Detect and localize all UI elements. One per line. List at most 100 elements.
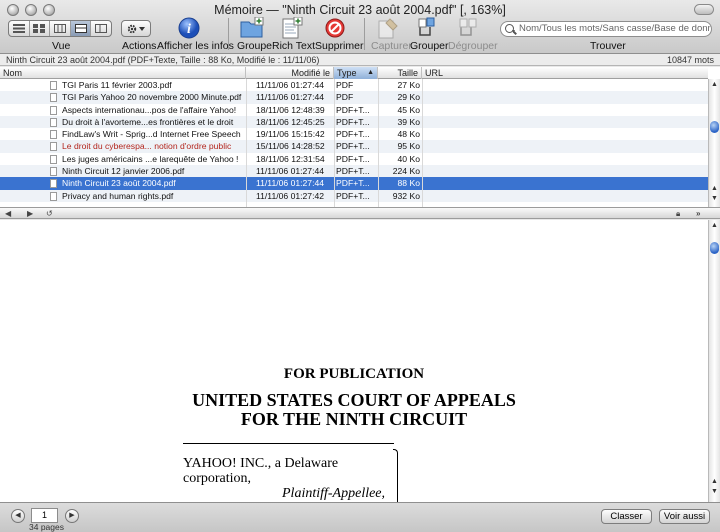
table-row[interactable]: Privacy and human rights.pdf 11/11/06 01:… [0,189,708,202]
scroll-down-icon[interactable]: ▼ [711,488,718,495]
actions-button[interactable] [121,20,151,37]
pdf-document-icon [50,154,57,164]
scroll-up-icon[interactable]: ▲ [711,222,718,229]
reload-icon[interactable]: ↺ [46,208,53,219]
table-body: TGI Paris 11 février 2003.pdf 11/11/06 01… [0,79,708,202]
table-row[interactable]: TGI Paris Yahoo 20 novembre 2000 Minute.… [0,91,708,104]
chevron-down-icon [139,26,145,31]
column-header-size[interactable]: Taille [378,67,422,79]
row-name: Le droit du cyberespa... notion d'ordre … [62,141,232,152]
classify-button[interactable]: Classer [601,509,652,524]
table-row[interactable]: TGI Paris 11 février 2003.pdf 11/11/06 01… [0,79,708,91]
next-page-icon[interactable]: ▶ [65,509,79,523]
view-split-icon[interactable] [70,21,92,36]
new-group-icon[interactable] [240,17,264,39]
column-header-name[interactable]: Nom [0,67,246,79]
pdf-document-icon [50,130,57,140]
scroll-down-icon[interactable]: ▼ [711,195,718,202]
document-party-line: YAHOO! INC., a Delaware [183,456,339,471]
actions-label: Actions [122,40,157,52]
see-also-button[interactable]: Voir aussi [659,509,710,524]
scroll-up-icon[interactable]: ▲ [711,478,718,485]
column-header-modified[interactable]: Modifié le [246,67,334,79]
view-icons-icon[interactable] [30,21,51,36]
row-size: 48 Ko [397,129,420,140]
column-header-url[interactable]: URL [422,67,708,79]
row-modified: 19/11/06 15:15:42 [256,129,325,140]
toolbar-separator [228,18,229,50]
row-name: FindLaw's Writ - Sprig...d Internet Free… [62,129,241,140]
row-size: 45 Ko [397,104,420,115]
list-scrollbar[interactable]: ▲ ▲ ▼ [708,79,720,207]
row-size: 88 Ko [397,178,420,189]
document-heading-court: UNITED STATES COURT OF APPEALS [192,390,516,410]
row-name: Aspects internationau...pos de l'affaire… [62,104,237,115]
document-party-line: corporation, [183,471,252,486]
search-input[interactable]: ▾ Nom/Tous les mots/Sans casse/Base de d… [500,21,712,37]
view-columns-icon[interactable] [50,21,71,36]
expand-icon[interactable]: » [696,208,700,219]
document-scroll-thumb[interactable] [710,242,719,254]
row-name: Du droit à l'avorteme...es frontières et… [62,116,234,127]
pdf-document-icon [50,167,57,177]
row-name: Les juges américains ...e larequête de Y… [62,153,239,164]
row-type: PDF+T... [336,104,370,115]
toolbar-separator [364,18,365,50]
group-label: Groupe [237,40,273,52]
column-divider [246,79,247,207]
table-row[interactable]: Du droit à l'avorteme...es frontières et… [0,115,708,129]
lock-icon[interactable]: 🔒︎ [676,208,680,219]
column-header-type-label: Type [337,68,357,78]
capture-icon[interactable] [376,17,400,39]
row-modified: 11/11/06 01:27:44 [256,166,325,177]
row-modified: 15/11/06 14:28:52 [256,141,325,152]
row-type: PDF+T... [336,166,370,177]
rich-text-icon[interactable] [280,17,304,39]
scroll-up-icon[interactable]: ▲ [711,81,718,88]
forward-arrow-icon[interactable]: ▶ [27,208,33,219]
grouper-icon[interactable] [415,17,439,39]
delete-label: Supprimer [315,40,364,52]
pdf-preview: FOR PUBLICATION UNITED STATES COURT OF A… [0,220,708,502]
chevron-down-icon: ▾ [512,29,516,35]
row-type: PDF+T... [336,178,370,189]
document-list: Nom Modifié le Type ▲ Taille URL TGI Par… [0,67,720,207]
show-info-label: Afficher les infos [157,40,234,52]
row-name: TGI Paris 11 février 2003.pdf [62,80,172,90]
ungroup-label: Dégrouper [448,40,498,52]
scroll-up-icon[interactable]: ▲ [711,185,718,192]
ungroup-icon[interactable] [456,17,480,39]
pdf-document-icon [50,142,57,152]
row-name: Privacy and human rights.pdf [62,190,174,201]
table-header: Nom Modifié le Type ▲ Taille URL [0,67,708,79]
column-divider [378,79,379,207]
table-row[interactable]: Aspects internationau...pos de l'affaire… [0,104,708,116]
delete-icon[interactable] [323,17,347,39]
row-modified: 18/11/06 12:31:54 [256,153,325,164]
view-mode-control[interactable] [8,20,112,37]
document-info-bar: Ninth Circuit 23 août 2004.pdf (PDF+Text… [0,54,720,66]
list-scroll-thumb[interactable] [710,121,719,133]
word-count: 10847 mots [666,55,714,65]
previous-page-icon[interactable]: ◀ [11,509,25,523]
back-arrow-icon[interactable]: ◀ [5,208,11,219]
table-row[interactable]: FindLaw's Writ - Sprig...d Internet Free… [0,128,708,140]
row-type: PDF+T... [336,141,370,152]
capture-label: Capturer [371,40,412,52]
view-list-icon[interactable] [9,21,30,36]
row-size: 29 Ko [397,92,420,103]
table-row[interactable]: Les juges américains ...e larequête de Y… [0,153,708,165]
info-icon[interactable]: i [177,17,201,39]
column-header-type[interactable]: Type ▲ [334,67,378,79]
svg-text:i: i [187,22,191,37]
page-number-input[interactable]: 1 [31,508,58,523]
document-details: Ninth Circuit 23 août 2004.pdf (PDF+Text… [6,55,320,65]
table-row[interactable]: Ninth Circuit 12 janvier 2006.pdf 11/11/0… [0,165,708,178]
table-row[interactable]: Ninth Circuit 23 août 2004.pdf 11/11/06 0… [0,177,708,190]
document-party-role: Plaintiff-Appellee, [282,486,386,501]
document-scrollbar[interactable]: ▲ ▲ ▼ [708,220,720,502]
table-row[interactable]: Le droit du cyberespa... notion d'ordre … [0,140,708,153]
view-vertical-split-icon[interactable] [91,21,111,36]
toolbar-toggle-button[interactable] [694,4,714,15]
row-type: PDF+T... [336,116,370,127]
